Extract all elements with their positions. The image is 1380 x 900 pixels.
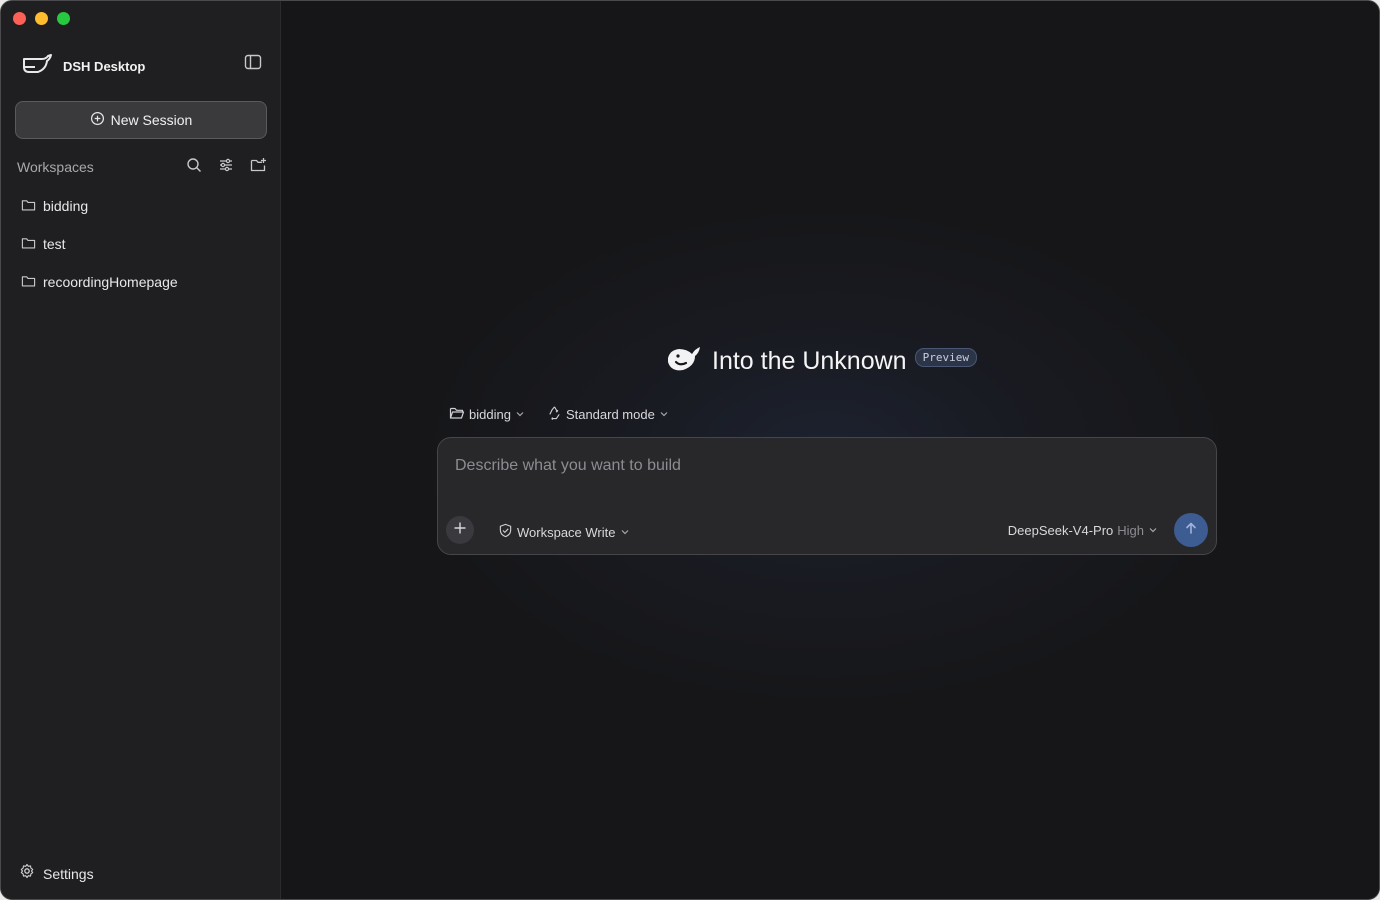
- reasoning-level: High: [1117, 523, 1144, 538]
- workspaces-header: Workspaces: [17, 157, 267, 177]
- permission-selector[interactable]: Workspace Write: [498, 523, 630, 541]
- workspace-label: recoordingHomepage: [43, 274, 178, 290]
- workspace-label: bidding: [43, 198, 89, 214]
- new-session-label: New Session: [110, 112, 193, 128]
- hero-title: Into the Unknown: [712, 347, 907, 375]
- recycle-icon: [547, 405, 562, 423]
- folder-icon: [21, 236, 36, 253]
- workspace-selector-label: bidding: [469, 406, 511, 422]
- sliders-icon: [218, 157, 234, 178]
- gear-icon: [19, 863, 35, 884]
- workspace-item-bidding[interactable]: bidding: [15, 187, 267, 225]
- sidebar-toggle-icon: [244, 54, 262, 75]
- shield-check-icon: [498, 523, 513, 541]
- attach-button[interactable]: [446, 516, 474, 544]
- workspace-selector[interactable]: bidding: [449, 406, 525, 423]
- brand: DSH Desktop: [20, 53, 145, 80]
- folder-open-icon: [449, 406, 465, 423]
- main-area: Into the Unknown Preview bidding Standar…: [281, 1, 1379, 899]
- preview-badge: Preview: [914, 348, 977, 367]
- plus-icon: [453, 521, 467, 540]
- chevron-down-icon: [515, 407, 525, 422]
- context-selectors: bidding Standard mode: [449, 405, 669, 423]
- filter-workspaces-button[interactable]: [217, 158, 235, 176]
- zoom-window-button[interactable]: [57, 12, 70, 25]
- search-icon: [186, 157, 202, 178]
- chevron-down-icon: [620, 525, 630, 540]
- chevron-down-icon: [659, 407, 669, 422]
- mode-selector[interactable]: Standard mode: [547, 405, 669, 423]
- new-session-button[interactable]: New Session: [15, 101, 267, 139]
- close-window-button[interactable]: [13, 12, 26, 25]
- plus-circle-icon: [90, 111, 105, 129]
- app-window: DSH Desktop New Session Workspaces biddi…: [0, 0, 1380, 900]
- sidebar-toggle-button[interactable]: [243, 54, 263, 74]
- brand-name: DSH Desktop: [63, 59, 146, 74]
- prompt-composer: Workspace Write DeepSeek-V4-Pro High: [437, 437, 1217, 555]
- sidebar: DSH Desktop New Session Workspaces biddi…: [1, 1, 281, 899]
- folder-plus-icon: [250, 157, 267, 178]
- settings-button[interactable]: Settings: [19, 863, 94, 884]
- chevron-down-icon: [1148, 523, 1158, 538]
- workspace-item-test[interactable]: test: [15, 225, 267, 263]
- arrow-up-icon: [1184, 521, 1198, 540]
- whale-logo-icon: [20, 53, 54, 80]
- folder-icon: [21, 198, 36, 215]
- mode-selector-label: Standard mode: [565, 406, 655, 422]
- workspace-label: test: [43, 236, 66, 252]
- permission-label: Workspace Write: [517, 524, 616, 540]
- minimize-window-button[interactable]: [35, 12, 48, 25]
- whale-logo-icon: [666, 344, 702, 379]
- search-workspaces-button[interactable]: [185, 157, 203, 178]
- settings-label: Settings: [43, 865, 94, 882]
- window-controls: [13, 12, 70, 25]
- hero-heading: Into the Unknown Preview: [666, 344, 977, 379]
- workspace-item-recoordinghomepage[interactable]: recoordingHomepage: [15, 263, 267, 301]
- workspace-list: bidding test recoordingHomepage: [15, 187, 267, 301]
- folder-icon: [21, 274, 36, 291]
- add-workspace-button[interactable]: [249, 157, 267, 178]
- model-selector[interactable]: DeepSeek-V4-Pro High: [1008, 523, 1158, 538]
- send-button[interactable]: [1174, 513, 1208, 547]
- model-name: DeepSeek-V4-Pro: [1007, 523, 1114, 538]
- workspaces-title: Workspaces: [17, 159, 94, 175]
- prompt-input[interactable]: [453, 452, 1197, 480]
